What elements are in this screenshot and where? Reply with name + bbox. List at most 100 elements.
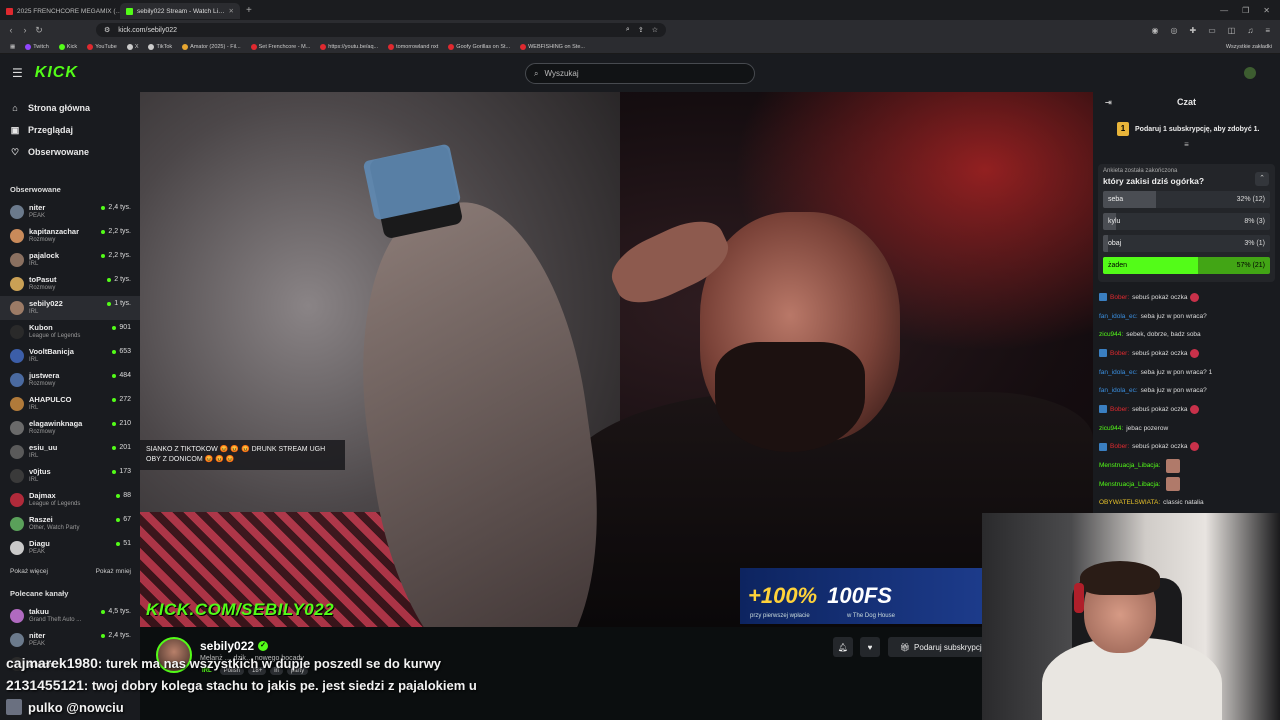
chat-username[interactable]: zicu944: xyxy=(1099,425,1123,432)
promo-banner: +100% 100FS przy pierwszej wpłacie w The… xyxy=(740,568,990,624)
share-icon[interactable]: ⇪ xyxy=(638,26,644,34)
sidebar-channel[interactable]: sebily022 IRL 1 tys. xyxy=(0,296,140,320)
close-window-icon[interactable]: ✕ xyxy=(1263,6,1270,15)
bookmark-item[interactable]: https://youtu.be/aq... xyxy=(320,43,378,50)
sidebar-channel[interactable]: niter PEAK 2,4 tys. xyxy=(0,200,140,224)
chat-username[interactable]: Menstruacja_Libacja: xyxy=(1099,481,1160,488)
bookmark-item[interactable]: tomorrowland nxt xyxy=(388,43,438,50)
channel-name: Dajmax xyxy=(29,491,56,500)
vpn-icon[interactable]: ◎ xyxy=(1171,26,1178,35)
chat-username[interactable]: fan_idola_ec: xyxy=(1099,313,1138,320)
show-less-button[interactable]: Pokaż mniej xyxy=(96,568,131,575)
puzzle-icon[interactable]: ✚ xyxy=(1190,26,1197,35)
music-icon[interactable]: ♫ xyxy=(1247,26,1253,35)
close-tab-icon[interactable]: ✕ xyxy=(229,7,234,15)
sidebar-nav-item[interactable]: ♡ Obserwowane xyxy=(0,141,140,163)
sidebar-channel[interactable]: pajalock IRL 2,2 tys. xyxy=(0,248,140,272)
bookmark-item[interactable]: TikTok xyxy=(148,43,172,50)
sidebar-channel[interactable]: toPasut Rozmowy 2 tys. xyxy=(0,272,140,296)
browser-tab[interactable]: sebily022 Stream - Watch Li… ✕ xyxy=(120,3,240,19)
sidebar-nav-item[interactable]: ▣ Przeglądaj xyxy=(0,119,140,141)
zoom-icon[interactable]: ⌕ xyxy=(626,26,630,34)
chat-username[interactable]: Bober: xyxy=(1110,350,1129,357)
bookmark-star-icon[interactable]: ☆ xyxy=(652,26,658,34)
bookmark-item[interactable]: Goofy Gorillas on St... xyxy=(448,43,510,50)
bookmark-item[interactable]: Twitch xyxy=(25,43,49,50)
channel-category: Rozmowy xyxy=(29,285,56,291)
forward-icon[interactable]: › xyxy=(18,25,32,35)
poll-option: żaden 57% (21) xyxy=(1103,257,1270,274)
wallet-icon[interactable]: ◫ xyxy=(1228,26,1236,35)
sidebar-channel[interactable]: Dajmax League of Legends 88 xyxy=(0,488,140,512)
sidebar-channel[interactable]: takuu Grand Theft Auto ... 4,5 tys. xyxy=(0,604,140,628)
menu-icon[interactable]: ≡ xyxy=(1265,26,1270,35)
maximize-icon[interactable]: ❐ xyxy=(1242,6,1249,15)
minimize-icon[interactable]: — xyxy=(1220,6,1228,15)
sidebar-channel[interactable]: VooltBanicja IRL 653 xyxy=(0,344,140,368)
channel-name: kapitanzachar xyxy=(29,227,80,236)
chat-message: fan_idola_ec: seba juz w pon wraca? xyxy=(1099,307,1275,326)
bookmark-item[interactable]: YouTube xyxy=(87,43,117,50)
sidebar-channel[interactable]: Raszei Other, Watch Party 67 xyxy=(0,512,140,536)
chat-username[interactable]: Bober: xyxy=(1110,443,1129,450)
bookmark-item[interactable]: X xyxy=(126,43,138,50)
sub-goal-notice[interactable]: 1 Podaruj 1 subskrypcję, aby zdobyć 1. xyxy=(1117,122,1272,136)
bookmark-item[interactable]: Set Frenchcore - M... xyxy=(250,43,310,50)
bookmark-item[interactable]: Amator (2025) - Fil... xyxy=(182,43,241,50)
sidebar-channel[interactable]: elagawinknaga Rozmowy 210 xyxy=(0,416,140,440)
chat-message: fan_idola_ec: seba juz w pon wraca? xyxy=(1099,381,1275,400)
channel-category: Rozmowy xyxy=(29,381,56,387)
user-avatar[interactable] xyxy=(1244,67,1256,79)
channel-viewers: 2,4 tys. xyxy=(101,204,131,211)
collapse-chat-icon[interactable]: ⇥ xyxy=(1105,98,1112,107)
sidebar-channel[interactable]: kapitanzachar Rozmowy 2,2 tys. xyxy=(0,224,140,248)
show-more-button[interactable]: Pokaż więcej xyxy=(10,568,48,575)
sidebar-channel[interactable]: esiu_uu IRL 201 xyxy=(0,440,140,464)
chat-username[interactable]: Bober: xyxy=(1110,406,1129,413)
reload-icon[interactable]: ↻ xyxy=(32,25,46,36)
notification-bell-button[interactable]: 🔔︎ xyxy=(833,637,853,657)
sidebar-channel[interactable]: Kubon League of Legends 901 xyxy=(0,320,140,344)
sidebar-channel[interactable]: niter PEAK 2,4 tys. xyxy=(0,628,140,652)
chat-messages: Bober: sebuś pokaż oczka fan_idola_ec: seba… xyxy=(1099,288,1275,512)
site-info-icon[interactable]: ⚙ xyxy=(104,26,110,34)
extension-icon[interactable]: ◉ xyxy=(1152,26,1159,35)
sidebar-channel[interactable]: justwera Rozmowy 484 xyxy=(0,368,140,392)
chat-username[interactable]: OBYWATELSWIATA: xyxy=(1099,499,1160,506)
chat-username[interactable]: zicu944: xyxy=(1099,331,1123,338)
all-bookmarks-link[interactable]: Wszystkie zakładki xyxy=(1226,44,1280,50)
video-player[interactable]: SIANKO Z TIKTOKOW 😡 😡 😡 DRUNK STREAM UGH… xyxy=(140,92,1093,627)
channel-category: IRL xyxy=(29,309,39,315)
bookmark-item[interactable]: WEBFISHING on Ste... xyxy=(520,43,585,50)
collapse-poll-icon[interactable]: ⌃ xyxy=(1255,172,1269,186)
address-bar[interactable]: ⚙ kick.com/sebily022 ⌕ ⇪ ☆ xyxy=(96,23,666,37)
chat-text: sebek, dobrze, badz soba xyxy=(1126,331,1201,339)
sidebar-channel[interactable]: v0jtus IRL 173 xyxy=(0,464,140,488)
browser-tab[interactable]: 2025 FRENCHCORE MEGAMIX (…✕ xyxy=(0,3,120,19)
search-icon: ⌕ xyxy=(534,68,539,78)
follow-heart-button[interactable]: ♥ xyxy=(860,637,880,657)
channel-category: PEAK xyxy=(29,641,46,647)
streamer-name[interactable]: sebily022 xyxy=(200,639,254,653)
apps-icon[interactable]: ▦ xyxy=(10,44,15,50)
new-tab-button[interactable]: + xyxy=(240,5,258,16)
chat-username[interactable]: fan_idola_ec: xyxy=(1099,387,1138,394)
chat-username[interactable]: Bober: xyxy=(1110,294,1129,301)
live-dot-icon xyxy=(112,373,117,378)
sidebar-channel[interactable]: Diagu PEAK 51 xyxy=(0,536,140,560)
sidebar-icon[interactable]: ▭ xyxy=(1208,26,1216,35)
bookmark-item[interactable]: Kick xyxy=(58,43,77,50)
back-icon[interactable]: ‹ xyxy=(4,25,18,35)
filter-icon[interactable]: ≡ xyxy=(1093,140,1280,149)
search-input[interactable]: ⌕ Wyszukaj xyxy=(525,63,755,84)
gift-icon: 🎁︎ xyxy=(899,642,911,652)
kick-logo[interactable]: KICK xyxy=(35,64,78,82)
hamburger-menu-icon[interactable]: ☰ xyxy=(12,66,23,80)
poll-option-label: kylu xyxy=(1108,218,1121,225)
channel-avatar xyxy=(10,541,24,555)
chat-username[interactable]: Menstruacja_Libacja: xyxy=(1099,462,1160,469)
chat-username[interactable]: fan_idola_ec: xyxy=(1099,369,1138,376)
tab-favicon-icon xyxy=(6,7,13,15)
sidebar-channel[interactable]: AHAPULCO IRL 272 xyxy=(0,392,140,416)
sidebar-nav-item[interactable]: ⌂ Strona główna xyxy=(0,97,140,119)
